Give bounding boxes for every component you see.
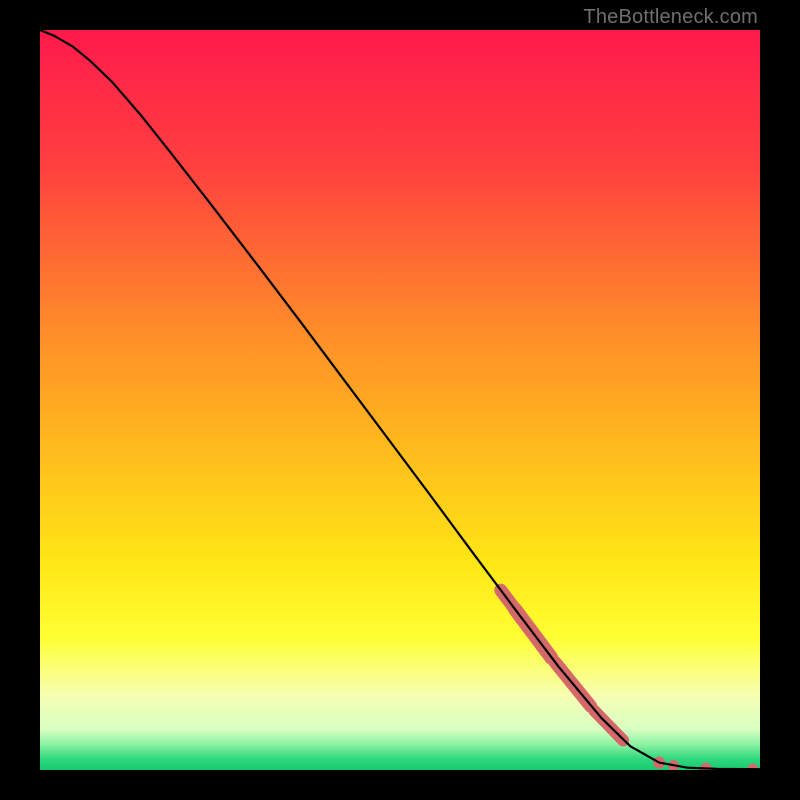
gradient-background: [40, 30, 760, 770]
watermark-text: TheBottleneck.com: [583, 6, 758, 29]
plot-area: [40, 30, 760, 770]
chart-frame: TheBottleneck.com: [0, 0, 800, 800]
chart-svg: [40, 30, 760, 770]
